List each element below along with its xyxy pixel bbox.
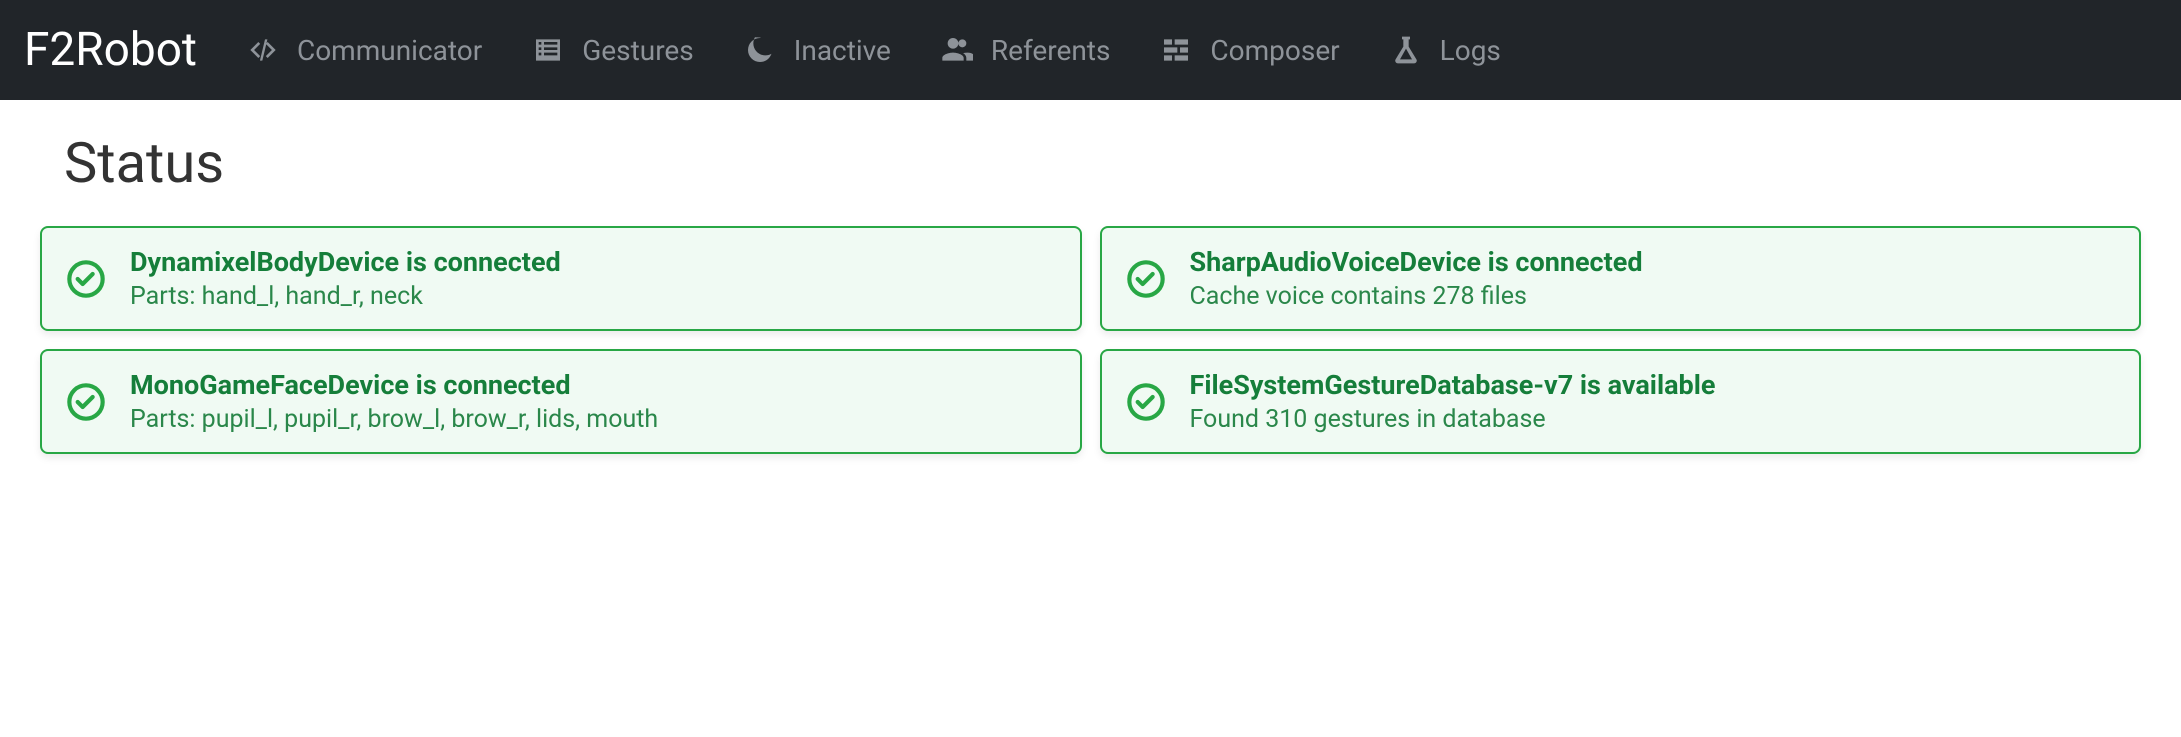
code-slash-icon bbox=[247, 34, 279, 66]
page-title: Status bbox=[64, 130, 2141, 196]
card-title: FileSystemGestureDatabase-v7 is availabl… bbox=[1190, 369, 1716, 401]
status-card: SharpAudioVoiceDevice is connected Cache… bbox=[1100, 226, 2142, 331]
status-card: DynamixelBodyDevice is connected Parts: … bbox=[40, 226, 1082, 331]
nav-label: Referents bbox=[991, 34, 1111, 67]
flask-icon bbox=[1390, 34, 1422, 66]
nav-label: Composer bbox=[1210, 34, 1339, 67]
card-title: SharpAudioVoiceDevice is connected bbox=[1190, 246, 1643, 278]
check-circle-icon bbox=[66, 382, 106, 422]
card-desc: Parts: hand_l, hand_r, neck bbox=[130, 282, 561, 311]
card-title: MonoGameFaceDevice is connected bbox=[130, 369, 658, 401]
nav-label: Communicator bbox=[297, 34, 482, 67]
list-icon bbox=[532, 34, 564, 66]
card-desc: Parts: pupil_l, pupil_r, brow_l, brow_r,… bbox=[130, 405, 658, 434]
nav-items: Communicator Gestures Inactive Referents bbox=[247, 34, 1501, 67]
card-body: FileSystemGestureDatabase-v7 is availabl… bbox=[1190, 369, 1716, 434]
grid-icon bbox=[1160, 34, 1192, 66]
nav-referents[interactable]: Referents bbox=[941, 34, 1111, 67]
nav-label: Gestures bbox=[582, 34, 694, 67]
status-cards: DynamixelBodyDevice is connected Parts: … bbox=[40, 226, 2141, 454]
nav-label: Inactive bbox=[794, 34, 891, 67]
nav-gestures[interactable]: Gestures bbox=[532, 34, 694, 67]
status-card: FileSystemGestureDatabase-v7 is availabl… bbox=[1100, 349, 2142, 454]
check-circle-icon bbox=[1126, 382, 1166, 422]
nav-logs[interactable]: Logs bbox=[1390, 34, 1501, 67]
card-body: SharpAudioVoiceDevice is connected Cache… bbox=[1190, 246, 1643, 311]
card-desc: Found 310 gestures in database bbox=[1190, 405, 1716, 434]
users-icon bbox=[941, 34, 973, 66]
check-circle-icon bbox=[1126, 259, 1166, 299]
status-card: MonoGameFaceDevice is connected Parts: p… bbox=[40, 349, 1082, 454]
card-desc: Cache voice contains 278 files bbox=[1190, 282, 1643, 311]
nav-inactive[interactable]: Inactive bbox=[744, 34, 891, 67]
nav-composer[interactable]: Composer bbox=[1160, 34, 1339, 67]
check-circle-icon bbox=[66, 259, 106, 299]
nav-communicator[interactable]: Communicator bbox=[247, 34, 482, 67]
moon-icon bbox=[744, 34, 776, 66]
brand[interactable]: F2Robot bbox=[24, 23, 197, 77]
card-body: DynamixelBodyDevice is connected Parts: … bbox=[130, 246, 561, 311]
card-body: MonoGameFaceDevice is connected Parts: p… bbox=[130, 369, 658, 434]
content: Status DynamixelBodyDevice is connected … bbox=[0, 100, 2181, 484]
card-title: DynamixelBodyDevice is connected bbox=[130, 246, 561, 278]
nav-label: Logs bbox=[1440, 34, 1501, 67]
navbar: F2Robot Communicator Gestures Inactive R… bbox=[0, 0, 2181, 100]
